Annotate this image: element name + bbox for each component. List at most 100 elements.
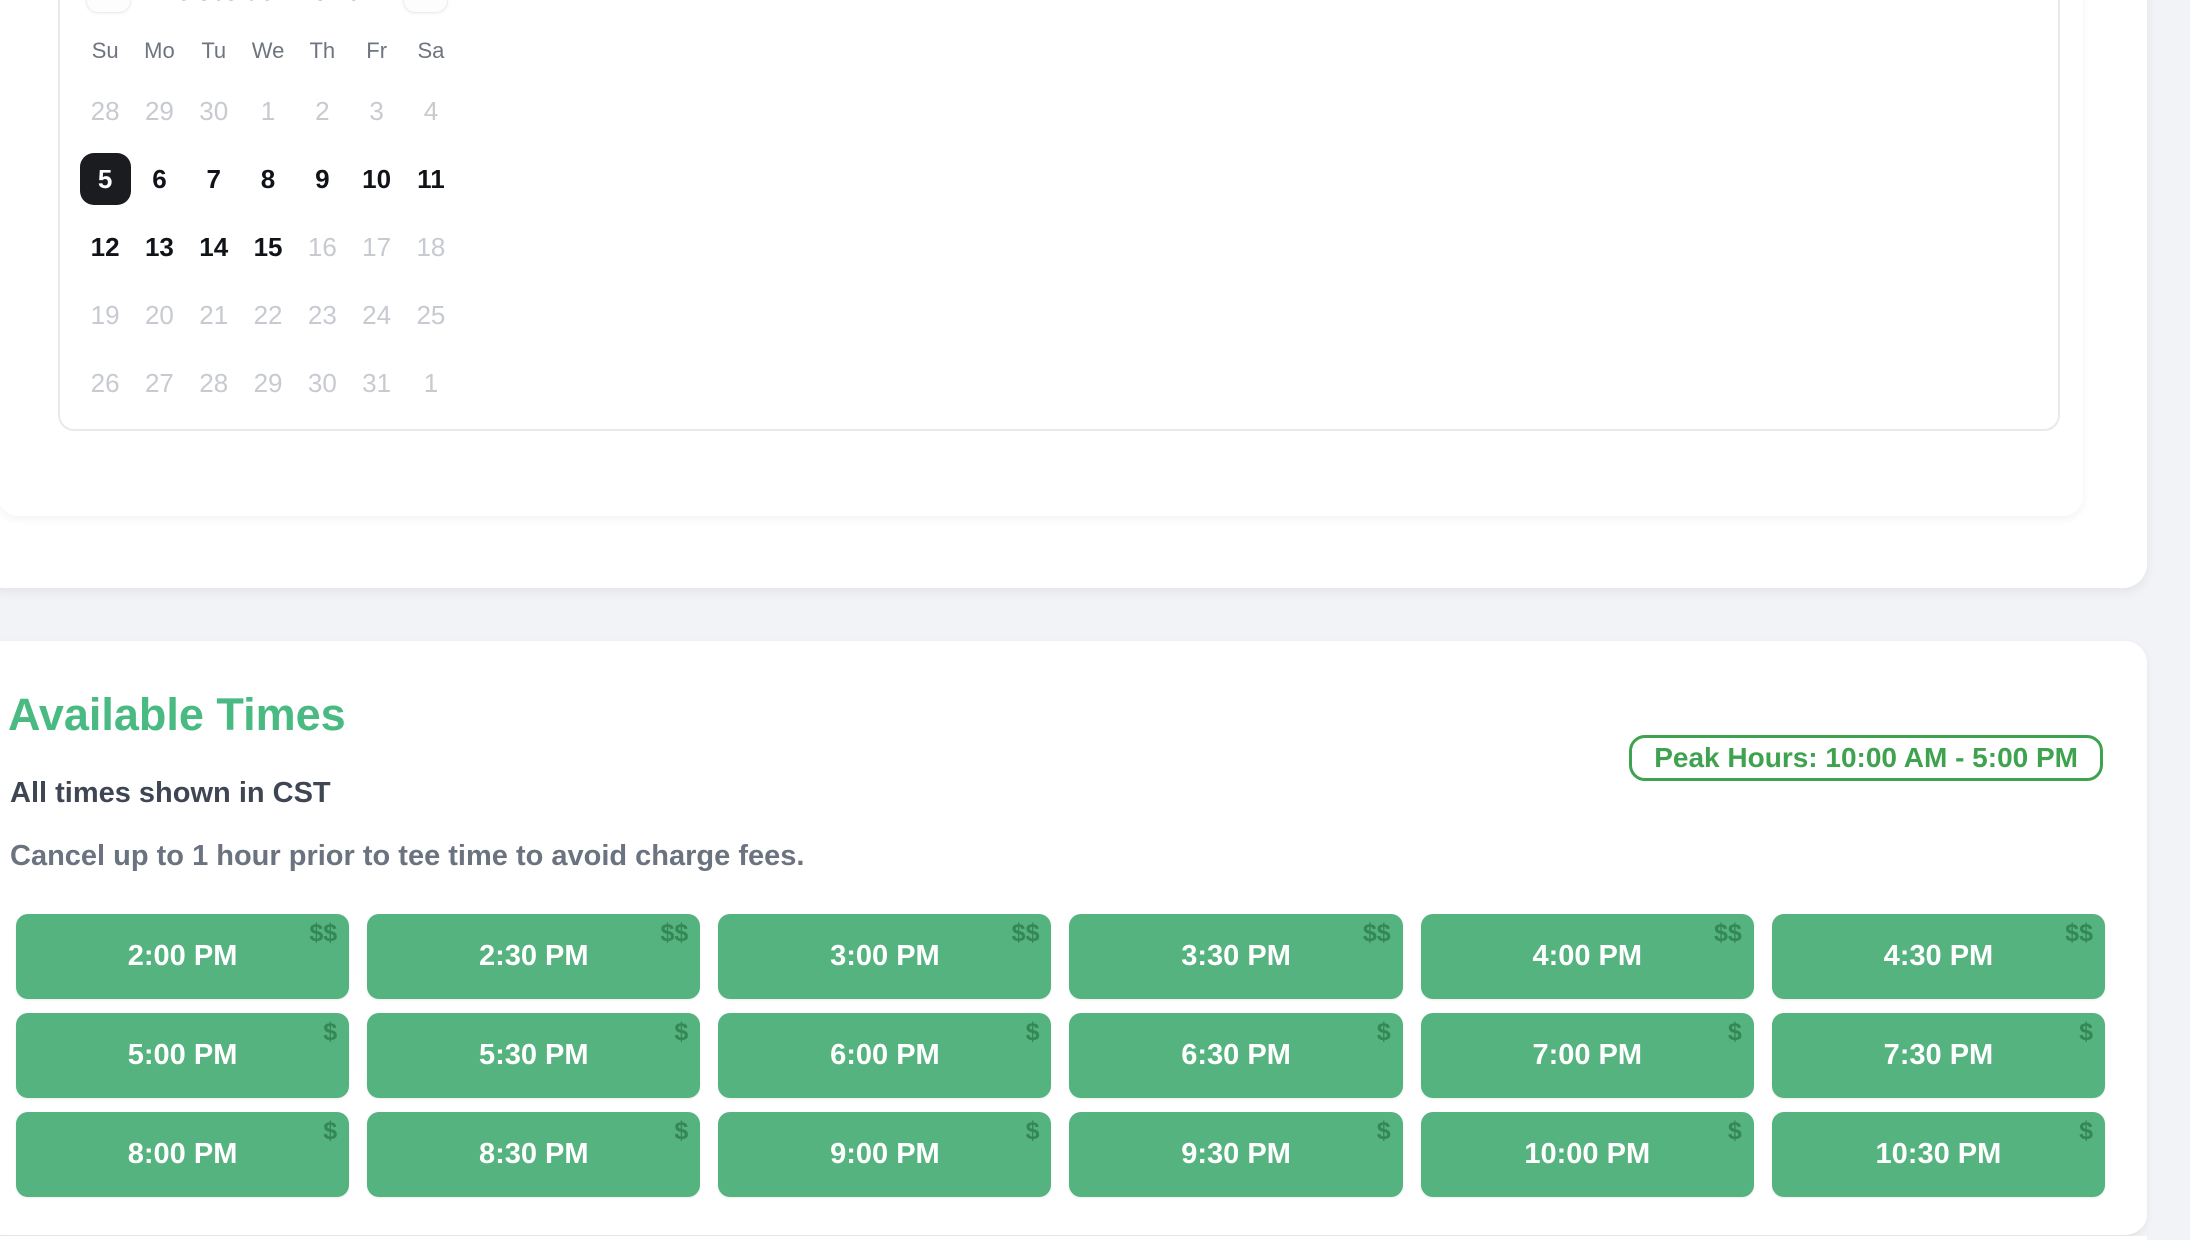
day-number: 29 xyxy=(243,357,294,409)
day-number: 5 xyxy=(80,153,131,205)
time-slot-button[interactable]: 5:00 PM$ xyxy=(16,1013,349,1098)
time-slot-button[interactable]: 6:00 PM$ xyxy=(718,1013,1051,1098)
day-cell: 29 xyxy=(132,77,186,145)
time-slot-button[interactable]: 8:30 PM$ xyxy=(367,1112,700,1197)
time-slot-button[interactable]: 4:00 PM $$ xyxy=(1421,914,1754,999)
time-slot-label: 4:30 PM xyxy=(1884,940,1994,973)
day-number: 21 xyxy=(188,289,239,341)
time-slot-button[interactable]: 6:30 PM$ xyxy=(1069,1013,1402,1098)
time-slot-button[interactable]: 3:00 PM $$ xyxy=(718,914,1051,999)
price-tier-badge: $$ xyxy=(1714,919,1742,948)
day-number: 24 xyxy=(351,289,402,341)
price-tier-badge: $ xyxy=(1728,1117,1742,1146)
weekday-label: Tu xyxy=(187,36,241,66)
price-tier-badge: $$ xyxy=(661,919,689,948)
day-cell[interactable]: 11 xyxy=(404,145,458,213)
time-slot-label: 5:00 PM xyxy=(128,1039,238,1072)
time-slot-label: 7:00 PM xyxy=(1532,1039,1642,1072)
time-slots-grid: 2:00 PM$$2:30 PM$$3:00 PM$$3:30 PM$$4:00… xyxy=(16,914,2105,1197)
day-cell: 28 xyxy=(78,77,132,145)
time-slot-button[interactable]: 9:30 PM $ xyxy=(1069,1112,1402,1197)
calendar-title: October 2025 xyxy=(86,0,448,13)
booking-panel-card: October 2025 SuMoTuWeThFrSa 282930123456… xyxy=(0,0,2147,588)
day-number: 26 xyxy=(80,357,131,409)
day-number: 2 xyxy=(297,85,348,137)
available-times-card: Available Times All times shown in CST C… xyxy=(0,641,2147,1237)
day-cell: 1 xyxy=(404,349,458,417)
price-tier-badge: $ xyxy=(323,1117,337,1146)
day-number: 28 xyxy=(80,85,131,137)
day-number: 16 xyxy=(297,221,348,273)
day-cell: 31 xyxy=(349,349,403,417)
day-number: 14 xyxy=(188,221,239,273)
time-slot-label: 7:30 PM xyxy=(1884,1039,1994,1072)
time-slot-label: 9:00 PM xyxy=(830,1138,940,1171)
day-number: 19 xyxy=(80,289,131,341)
time-slot-label: 2:30 PM xyxy=(479,940,589,973)
day-number: 20 xyxy=(134,289,185,341)
price-tier-badge: $ xyxy=(1728,1018,1742,1047)
day-cell: 28 xyxy=(187,349,241,417)
day-number: 13 xyxy=(134,221,185,273)
time-slot-button[interactable]: 10:30 PM$ xyxy=(1772,1112,2105,1197)
peak-hours-badge: Peak Hours: 10:00 AM - 5:00 PM xyxy=(1629,735,2103,781)
day-cell: 1 xyxy=(241,77,295,145)
calendar-section-card: October 2025 SuMoTuWeThFrSa 282930123456… xyxy=(0,0,2083,516)
day-cell[interactable]: 7 xyxy=(187,145,241,213)
day-cell[interactable]: 13 xyxy=(132,213,186,281)
day-cell: 26 xyxy=(78,349,132,417)
time-slot-label: 3:00 PM xyxy=(830,940,940,973)
day-number: 22 xyxy=(243,289,294,341)
day-number: 8 xyxy=(243,153,294,205)
time-slot-label: 3:30 PM xyxy=(1181,940,1291,973)
day-number: 27 xyxy=(134,357,185,409)
price-tier-badge: $$ xyxy=(1012,919,1040,948)
day-cell: 24 xyxy=(349,281,403,349)
time-slot-button[interactable]: 5:30 PM$ xyxy=(367,1013,700,1098)
day-number: 15 xyxy=(243,221,294,273)
time-slot-button[interactable]: 10:00 PM$ xyxy=(1421,1112,1754,1197)
time-slot-button[interactable]: 9:00 PM $ xyxy=(718,1112,1051,1197)
price-tier-badge: $ xyxy=(1026,1018,1040,1047)
time-slot-button[interactable]: 4:30 PM$$ xyxy=(1772,914,2105,999)
day-cell[interactable]: 14 xyxy=(187,213,241,281)
time-slot-label: 8:00 PM xyxy=(128,1138,238,1171)
day-cell[interactable]: 9 xyxy=(295,145,349,213)
next-month-button[interactable] xyxy=(403,0,448,13)
day-number: 6 xyxy=(134,153,185,205)
day-cell: 22 xyxy=(241,281,295,349)
day-number: 17 xyxy=(351,221,402,273)
weekday-header-row: SuMoTuWeThFrSa xyxy=(78,36,458,66)
day-number: 9 xyxy=(297,153,348,205)
time-slot-button[interactable]: 2:30 PM $$ xyxy=(367,914,700,999)
available-times-heading: Available Times xyxy=(8,689,346,741)
day-cell: 16 xyxy=(295,213,349,281)
day-cell: 30 xyxy=(295,349,349,417)
price-tier-badge: $ xyxy=(2079,1018,2093,1047)
day-cell[interactable]: 12 xyxy=(78,213,132,281)
time-slot-label: 9:30 PM xyxy=(1181,1138,1291,1171)
day-cell[interactable]: 15 xyxy=(241,213,295,281)
time-slot-button[interactable]: 2:00 PM$$ xyxy=(16,914,349,999)
time-slot-button[interactable]: 8:00 PM $ xyxy=(16,1112,349,1197)
price-tier-badge: $ xyxy=(1377,1117,1391,1146)
day-number: 4 xyxy=(405,85,456,137)
day-cell: 25 xyxy=(404,281,458,349)
price-tier-badge: $ xyxy=(1026,1117,1040,1146)
day-cell[interactable]: 10 xyxy=(349,145,403,213)
day-cell[interactable]: 8 xyxy=(241,145,295,213)
day-cell[interactable]: 6 xyxy=(132,145,186,213)
day-cell: 4 xyxy=(404,77,458,145)
time-slot-button[interactable]: 7:00 PM $ xyxy=(1421,1013,1754,1098)
day-cell: 21 xyxy=(187,281,241,349)
day-number: 10 xyxy=(351,153,402,205)
time-slot-label: 10:30 PM xyxy=(1876,1138,2002,1171)
timezone-note: All times shown in CST xyxy=(10,777,331,810)
time-slot-label: 4:00 PM xyxy=(1532,940,1642,973)
day-cell-selected[interactable]: 5 xyxy=(78,145,132,213)
day-number: 28 xyxy=(188,357,239,409)
time-slot-label: 2:00 PM xyxy=(128,940,238,973)
time-slot-button[interactable]: 7:30 PM $ xyxy=(1772,1013,2105,1098)
weekday-label: Fr xyxy=(349,36,403,66)
time-slot-button[interactable]: 3:30 PM$$ xyxy=(1069,914,1402,999)
